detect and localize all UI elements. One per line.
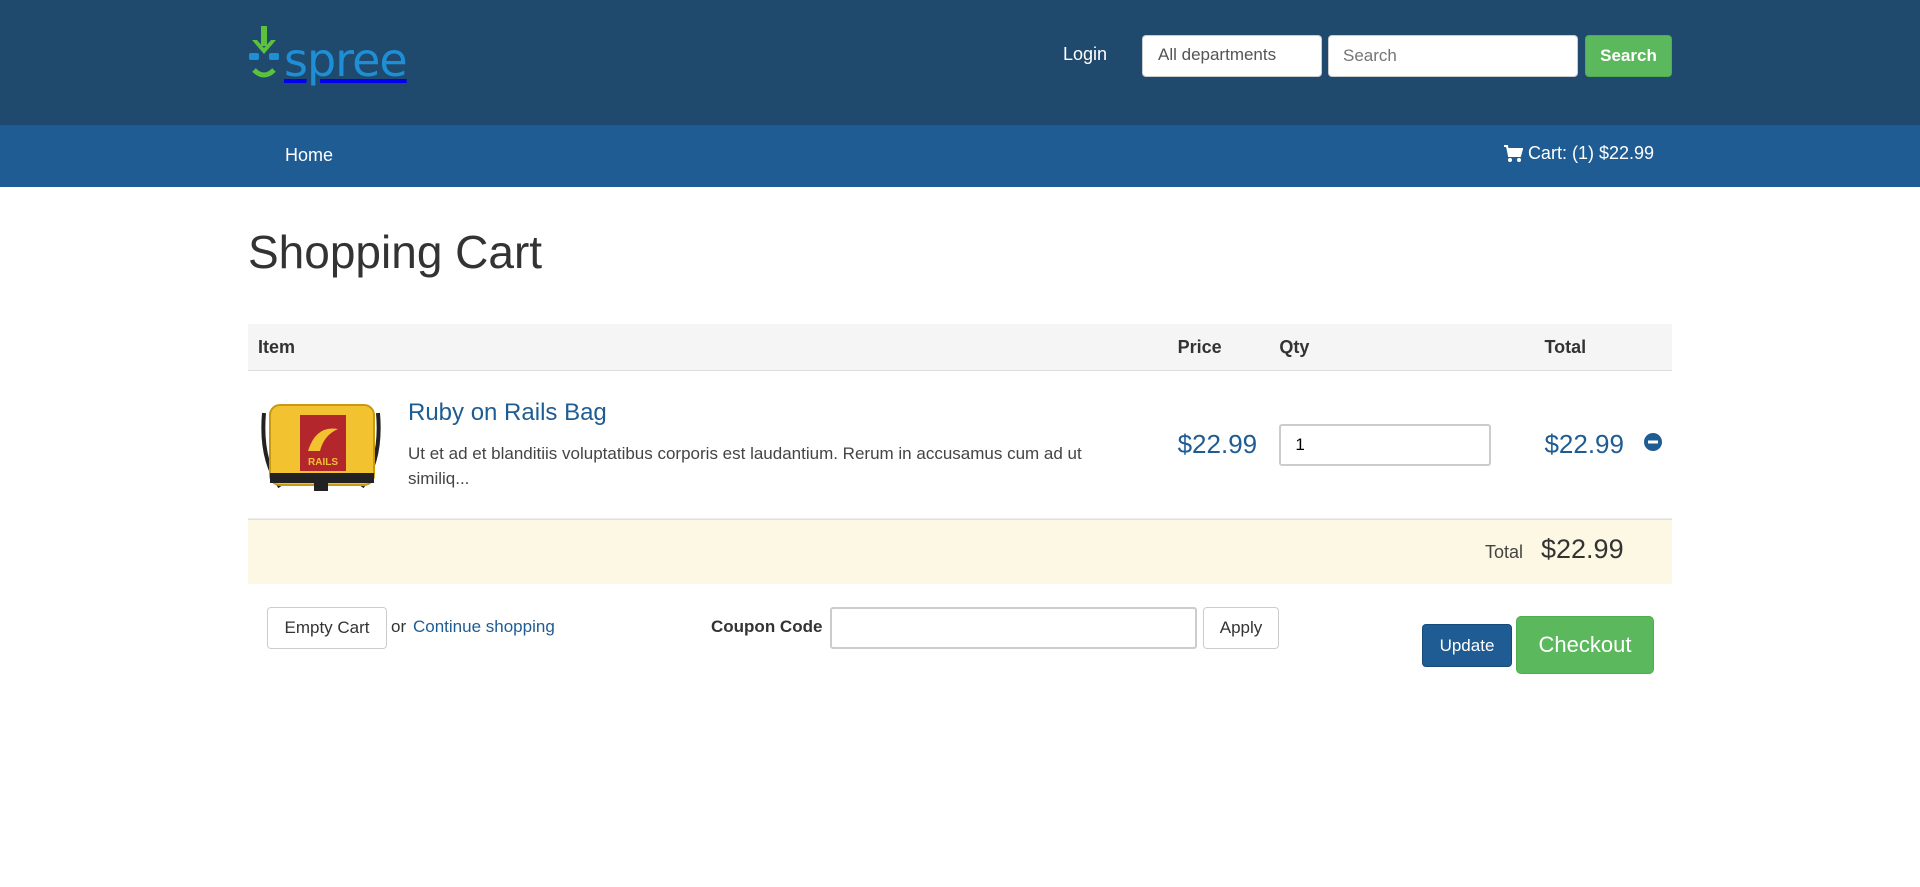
col-header-remove xyxy=(1634,324,1672,371)
empty-cart-button[interactable]: Empty Cart xyxy=(267,607,387,649)
cart-icon xyxy=(1503,144,1523,162)
update-button[interactable]: Update xyxy=(1422,624,1512,667)
main-nav: Home Cart: (1) $22.99 xyxy=(0,125,1920,187)
col-header-item: Item xyxy=(248,324,1168,371)
nav-cart-link[interactable]: Cart: (1) $22.99 xyxy=(1503,143,1654,164)
nav-home-link[interactable]: Home xyxy=(285,145,333,166)
col-header-price: Price xyxy=(1167,324,1270,371)
remove-icon[interactable] xyxy=(1644,432,1662,451)
login-link[interactable]: Login xyxy=(1063,44,1107,65)
col-header-total: Total xyxy=(1534,324,1634,371)
rails-bag-image-text: RAILS xyxy=(308,457,338,468)
continue-shopping-link[interactable]: Continue shopping xyxy=(413,617,555,637)
site-header: spree Login All departments Search xyxy=(0,0,1920,125)
spree-logo-icon xyxy=(249,26,279,78)
table-header-row: Item Price Qty Total xyxy=(248,324,1672,371)
or-text: or xyxy=(391,617,407,636)
rails-bag-image[interactable]: RAILS xyxy=(258,399,384,491)
checkout-button[interactable]: Checkout xyxy=(1516,616,1654,674)
page-title: Shopping Cart xyxy=(248,226,543,278)
item-price: $22.99 xyxy=(1177,429,1258,459)
search-button[interactable]: Search xyxy=(1585,35,1672,77)
brand-name: spree xyxy=(284,33,408,87)
department-select[interactable]: All departments xyxy=(1142,35,1322,77)
cart-summary: Cart: (1) $22.99 xyxy=(1527,143,1654,163)
cart-total-value: $22.99 xyxy=(1541,534,1624,564)
search-input[interactable] xyxy=(1328,35,1578,77)
col-header-qty: Qty xyxy=(1269,324,1535,371)
cart-total-row: Total $22.99 xyxy=(248,519,1672,584)
main-content: Shopping Cart Item Price Qty Total RAILS… xyxy=(248,187,1672,887)
table-row: RAILS Ruby on Rails Bag Ut et ad et blan… xyxy=(248,370,1672,519)
spree-logo[interactable]: spree xyxy=(248,26,408,87)
item-total: $22.99 xyxy=(1544,429,1624,459)
product-name-link[interactable]: Ruby on Rails Bag xyxy=(408,399,1108,427)
product-description: Ut et ad et blanditiis voluptatibus corp… xyxy=(408,443,1082,488)
coupon-code-label: Coupon Code xyxy=(711,617,823,636)
coupon-code-input[interactable] xyxy=(830,607,1197,649)
cart-total-label: Total xyxy=(1484,542,1523,562)
cart-table: Item Price Qty Total RAILS Ruby on Rails… xyxy=(248,324,1672,519)
apply-coupon-button[interactable]: Apply xyxy=(1203,607,1279,649)
quantity-input[interactable] xyxy=(1279,423,1492,466)
